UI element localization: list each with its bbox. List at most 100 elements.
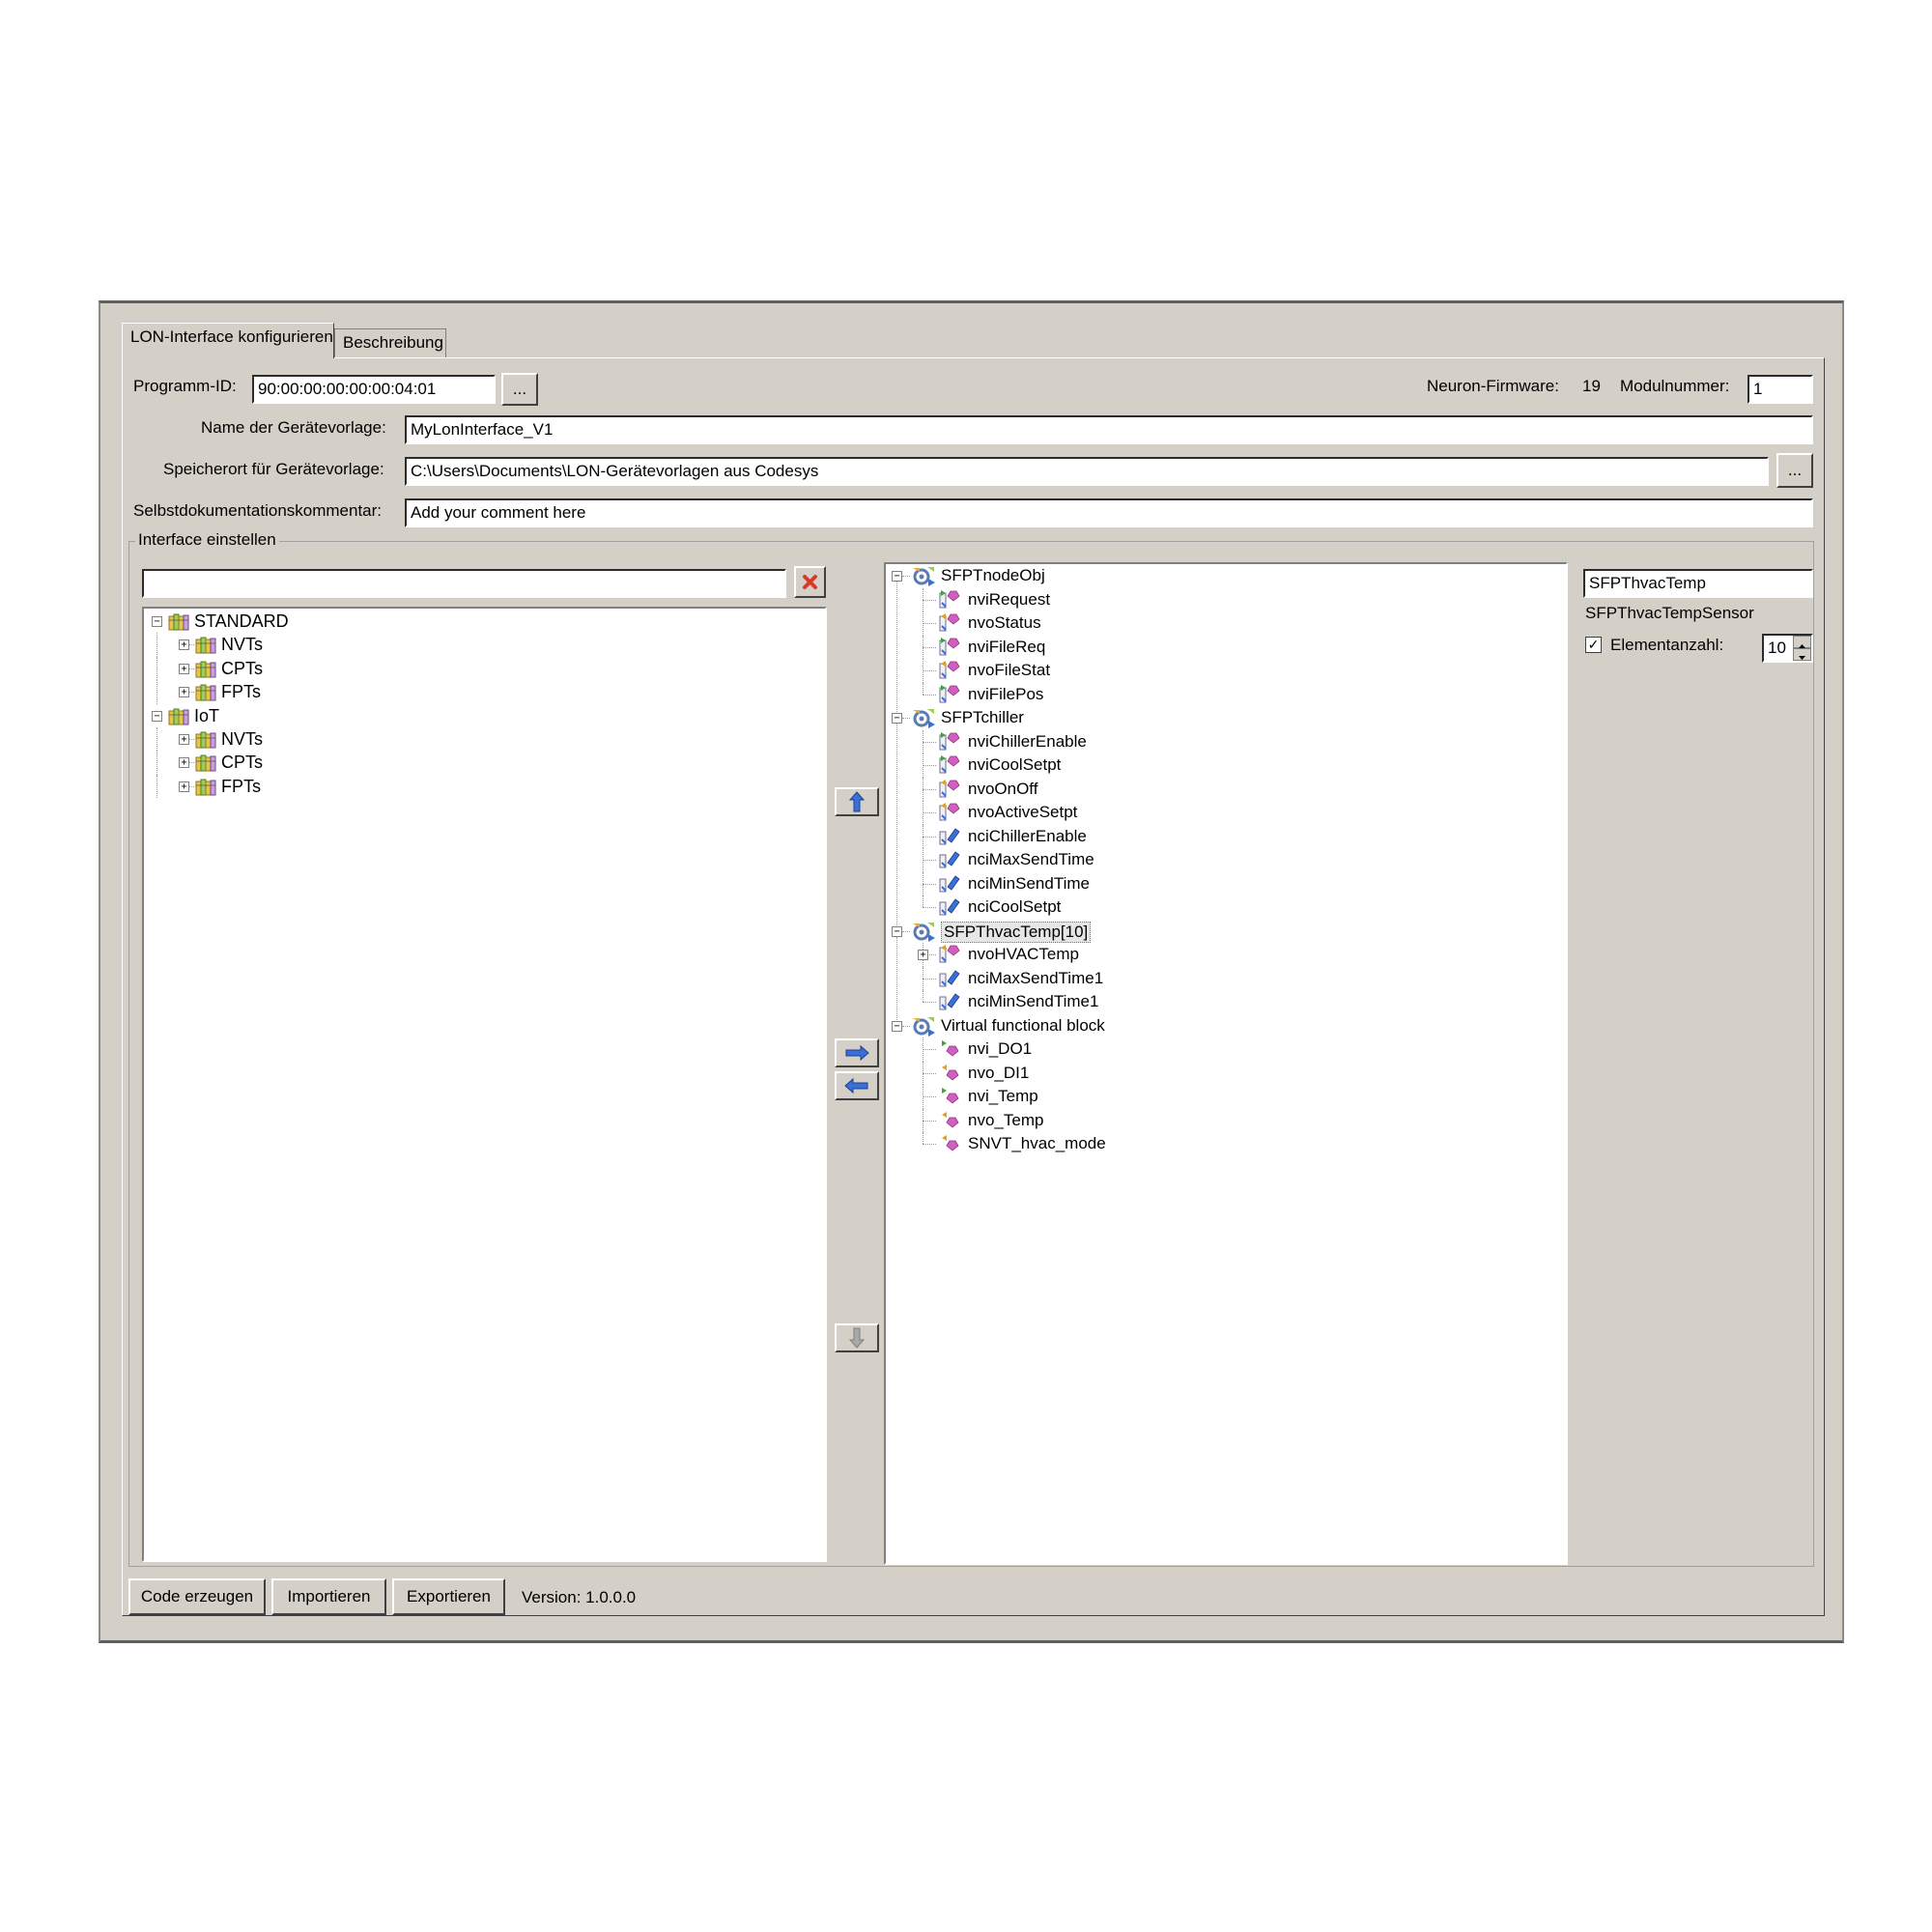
network-variable-item[interactable]: nciChillerEnable xyxy=(886,824,1562,848)
tree-connector xyxy=(902,1025,910,1027)
tab-lon-interface-konfigurieren[interactable]: LON-Interface konfigurieren xyxy=(122,323,334,358)
network-variable-item[interactable]: nviFileReq xyxy=(886,635,1562,659)
network-variable-item[interactable]: nvo_DI1 xyxy=(886,1061,1562,1085)
network-variable-item[interactable]: nvi_Temp xyxy=(886,1085,1562,1109)
programm-id-field[interactable]: 90:00:00:00:00:00:04:01 xyxy=(252,375,496,404)
network-variable-item[interactable]: nciMaxSendTime1 xyxy=(886,966,1562,990)
arrow-down-icon xyxy=(848,1327,866,1349)
elementanzahl-spin-buttons[interactable] xyxy=(1793,636,1811,661)
network-variable-item[interactable]: + nvoHVACTemp xyxy=(886,943,1562,967)
library-tree[interactable]: − STANDARD + NVTs + CPTs + FPTs − IoT + NVTs + CPTs + F… xyxy=(142,607,827,1562)
functional-block-item[interactable]: − SFPThvacTemp[10] xyxy=(886,920,1562,943)
kommentar-field[interactable]: Add your comment here xyxy=(405,498,1813,527)
collapse-icon[interactable]: − xyxy=(892,571,902,582)
move-up-button[interactable] xyxy=(835,787,879,816)
spin-down-icon[interactable] xyxy=(1793,648,1811,661)
move-down-button[interactable] xyxy=(835,1323,879,1352)
network-variable-item[interactable]: nviFilePos xyxy=(886,682,1562,706)
network-variable-item[interactable]: nviRequest xyxy=(886,587,1562,611)
tree-connector xyxy=(923,978,936,980)
network-variable-item[interactable]: nvoOnOff xyxy=(886,777,1562,801)
library-books-icon xyxy=(195,636,216,654)
library-tree-item[interactable]: − STANDARD xyxy=(144,610,820,633)
network-variable-label: nciMinSendTime xyxy=(968,873,1090,893)
collapse-icon[interactable]: − xyxy=(152,710,162,722)
collapse-icon[interactable]: − xyxy=(892,713,902,724)
exportieren-button[interactable]: Exportieren xyxy=(392,1578,505,1615)
modulnummer-field[interactable]: 1 xyxy=(1747,375,1813,404)
expand-icon[interactable]: + xyxy=(179,781,189,792)
tab-beschreibung[interactable]: Beschreibung xyxy=(334,328,446,357)
neuron-firmware-label: Neuron-Firmware: xyxy=(1427,377,1559,395)
add-to-device-button[interactable] xyxy=(835,1038,879,1067)
network-variable-label: nvoFileStat xyxy=(968,661,1051,679)
elementanzahl-checkbox[interactable]: ✓ xyxy=(1585,637,1602,653)
functional-block-item[interactable]: − SFPTchiller xyxy=(886,706,1562,729)
network-variable-label: nvoStatus xyxy=(968,613,1041,632)
library-search-input[interactable] xyxy=(142,569,786,598)
library-books-icon xyxy=(195,778,216,796)
library-tree-item[interactable]: + NVTs xyxy=(144,727,820,752)
network-variable-label: nciCoolSetpt xyxy=(968,897,1062,916)
library-tree-item[interactable]: + CPTs xyxy=(144,751,820,775)
tree-connector xyxy=(923,788,936,790)
network-variable-item[interactable]: nciMinSendTime xyxy=(886,871,1562,895)
tree-connector xyxy=(923,694,936,696)
name-field[interactable]: MyLonInterface_V1 xyxy=(405,415,1813,444)
network-variable-item[interactable]: SNVT_hvac_mode xyxy=(886,1132,1562,1155)
collapse-icon[interactable]: − xyxy=(152,616,162,627)
network-variable-label: nvi_Temp xyxy=(968,1087,1038,1105)
expand-icon[interactable]: + xyxy=(179,757,189,769)
tree-connector xyxy=(923,741,936,743)
network-variable-label: nciMinSendTime1 xyxy=(968,992,1099,1010)
tree-connector xyxy=(923,907,936,908)
speicherort-field[interactable]: C:\Users\Documents\LON-Gerätevorlagen au… xyxy=(405,457,1769,486)
clear-search-button[interactable] xyxy=(794,566,826,598)
library-tree-item-label: FPTs xyxy=(221,776,262,796)
network-variable-item[interactable]: nciMinSendTime1 xyxy=(886,990,1562,1013)
expand-icon[interactable]: + xyxy=(179,734,189,745)
library-tree-item[interactable]: + FPTs xyxy=(144,680,820,704)
tree-connector xyxy=(923,623,936,624)
code-erzeugen-button[interactable]: Code erzeugen xyxy=(128,1578,266,1615)
network-variable-item[interactable]: nciCoolSetpt xyxy=(886,895,1562,919)
tree-connector xyxy=(923,1120,936,1122)
library-books-icon xyxy=(195,683,216,701)
expand-icon[interactable]: + xyxy=(918,950,928,960)
expand-icon[interactable]: + xyxy=(179,687,189,698)
library-tree-item[interactable]: + CPTs xyxy=(144,656,820,681)
network-variable-label: nviFileReq xyxy=(968,637,1046,656)
programm-id-browse-button[interactable]: ... xyxy=(501,373,538,406)
expand-icon[interactable]: + xyxy=(179,663,189,674)
expand-icon[interactable]: + xyxy=(179,639,189,651)
tree-connector xyxy=(896,724,897,925)
collapse-icon[interactable]: − xyxy=(892,1020,902,1032)
speicherort-browse-button[interactable]: ... xyxy=(1776,453,1813,488)
network-variable-item[interactable]: nvoFileStat xyxy=(886,659,1562,683)
tree-connector xyxy=(923,1144,936,1145)
network-variable-item[interactable]: nvoStatus xyxy=(886,611,1562,636)
importieren-button[interactable]: Importieren xyxy=(271,1578,386,1615)
functional-block-item[interactable]: − SFPTnodeObj xyxy=(886,564,1562,587)
collapse-icon[interactable]: − xyxy=(892,925,902,937)
arrow-right-icon xyxy=(845,1044,869,1062)
network-variable-item[interactable]: nviCoolSetpt xyxy=(886,753,1562,778)
library-tree-item[interactable]: + NVTs xyxy=(144,633,820,657)
device-interface-tree[interactable]: − SFPTnodeObj nviRequest nvoStatus nviFileRe… xyxy=(884,562,1568,1565)
network-variable-item[interactable]: nvoActiveSetpt xyxy=(886,801,1562,825)
network-variable-item[interactable]: nviChillerEnable xyxy=(886,729,1562,753)
network-variable-label: nciMaxSendTime1 xyxy=(968,968,1104,987)
spin-up-icon[interactable] xyxy=(1793,636,1811,648)
network-variable-item[interactable]: nvo_Temp xyxy=(886,1108,1562,1132)
tree-connector xyxy=(923,883,936,885)
library-tree-item-label: NVTs xyxy=(221,729,264,749)
functional-block-item[interactable]: − Virtual functional block xyxy=(886,1014,1562,1037)
library-tree-item[interactable]: − IoT xyxy=(144,704,820,727)
network-variable-item[interactable]: nciMaxSendTime xyxy=(886,848,1562,872)
tree-connector xyxy=(923,1049,936,1050)
library-tree-item[interactable]: + FPTs xyxy=(144,774,820,799)
remove-from-device-button[interactable] xyxy=(835,1071,879,1100)
arrow-up-icon xyxy=(848,791,866,812)
network-variable-item[interactable]: nvi_DO1 xyxy=(886,1037,1562,1062)
property-name-field[interactable]: SFPThvacTemp xyxy=(1583,569,1813,598)
